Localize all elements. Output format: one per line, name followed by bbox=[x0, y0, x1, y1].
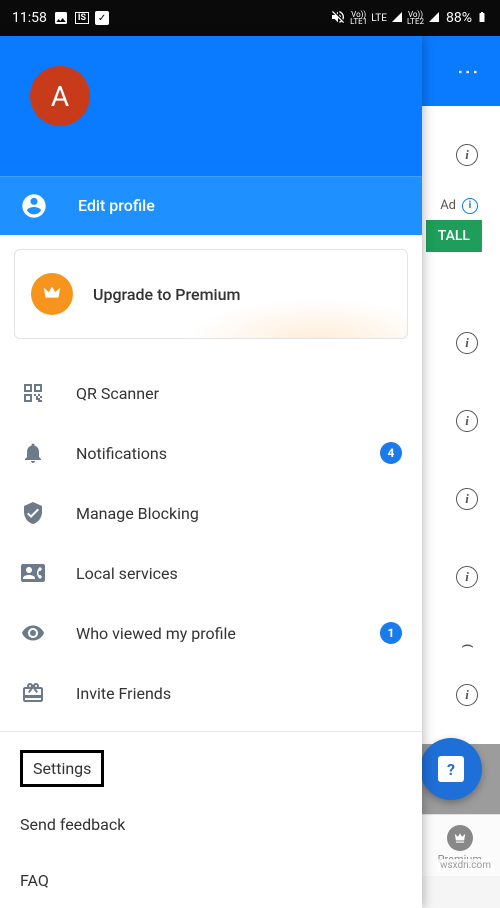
menu-label: Who viewed my profile bbox=[76, 624, 236, 643]
card-bg-shape bbox=[187, 298, 408, 339]
premium-label: Upgrade to Premium bbox=[93, 285, 240, 304]
qr-icon bbox=[20, 380, 46, 406]
menu-notifications[interactable]: Notifications 4 bbox=[0, 423, 422, 483]
menu-label: Notifications bbox=[76, 444, 167, 463]
menu-label: Manage Blocking bbox=[76, 504, 199, 523]
menu-qr-scanner[interactable]: QR Scanner bbox=[0, 363, 422, 423]
eye-icon bbox=[20, 620, 46, 646]
drawer-header: A bbox=[0, 36, 422, 176]
signal-icon bbox=[391, 11, 403, 26]
shield-icon bbox=[20, 500, 46, 526]
menu-label: Send feedback bbox=[20, 815, 125, 834]
menu-feedback[interactable]: Send feedback bbox=[0, 796, 422, 852]
drawer-menu: QR Scanner Notifications 4 Manage Blocki… bbox=[0, 353, 422, 908]
edit-profile-label: Edit profile bbox=[78, 196, 155, 215]
menu-label: Invite Friends bbox=[76, 684, 171, 703]
menu-label: FAQ bbox=[20, 871, 49, 890]
settings-highlight: Settings bbox=[20, 750, 104, 787]
premium-card[interactable]: Upgrade to Premium bbox=[14, 249, 408, 339]
avatar[interactable]: A bbox=[30, 66, 90, 126]
sim1-indicator: Vo))LTE1 bbox=[350, 11, 367, 25]
crown-icon bbox=[31, 273, 73, 315]
status-right: Vo))LTE1 LTE Vo))LTE2 88% bbox=[330, 9, 488, 28]
battery-icon bbox=[476, 9, 488, 28]
overflow-menu-icon[interactable]: ⋮ bbox=[455, 61, 480, 81]
info-icon[interactable]: i bbox=[456, 332, 478, 354]
question-icon: ? bbox=[438, 756, 464, 782]
check-icon: ✓ bbox=[95, 11, 109, 25]
profile-icon bbox=[20, 192, 48, 220]
signal2-icon bbox=[428, 11, 440, 26]
ad-info-icon[interactable]: i bbox=[462, 198, 478, 214]
menu-label: QR Scanner bbox=[76, 384, 159, 403]
avatar-initial: A bbox=[51, 80, 69, 113]
watermark: wsxdn.com bbox=[437, 859, 494, 872]
menu-settings[interactable]: Settings bbox=[0, 740, 422, 796]
is-icon: IS bbox=[75, 12, 89, 24]
edit-profile-item[interactable]: Edit profile bbox=[0, 176, 422, 236]
image-icon bbox=[53, 10, 69, 26]
crown-icon bbox=[447, 825, 473, 851]
status-bar: 11:58 IS ✓ Vo))LTE1 LTE Vo))LTE2 88% bbox=[0, 0, 500, 36]
divider bbox=[0, 731, 422, 732]
status-time: 11:58 bbox=[12, 10, 47, 26]
gift-icon bbox=[20, 680, 46, 706]
info-icon[interactable]: i bbox=[456, 410, 478, 432]
mute-icon bbox=[330, 9, 346, 28]
menu-invite[interactable]: Invite Friends bbox=[0, 663, 422, 723]
info-icon[interactable]: i bbox=[456, 684, 478, 706]
info-icon[interactable]: i bbox=[456, 488, 478, 510]
info-icon[interactable]: i bbox=[456, 144, 478, 166]
sim2-indicator: Vo))LTE2 bbox=[407, 11, 424, 25]
info-icon[interactable]: i bbox=[456, 566, 478, 588]
install-button[interactable]: TALL bbox=[426, 220, 482, 252]
bell-icon bbox=[20, 440, 46, 466]
menu-who-viewed[interactable]: Who viewed my profile 1 bbox=[0, 603, 422, 663]
menu-blocking[interactable]: Manage Blocking bbox=[0, 483, 422, 543]
notification-badge: 4 bbox=[380, 442, 402, 464]
lte-label: LTE bbox=[371, 13, 387, 24]
menu-faq[interactable]: FAQ bbox=[0, 852, 422, 908]
viewed-badge: 1 bbox=[380, 622, 402, 644]
battery-percent: 88% bbox=[446, 10, 472, 26]
status-left: 11:58 IS ✓ bbox=[12, 10, 109, 26]
menu-local-services[interactable]: Local services bbox=[0, 543, 422, 603]
navigation-drawer: A Edit profile Upgrade to Premium QR Sca… bbox=[0, 36, 422, 908]
contact-card-icon bbox=[20, 560, 46, 586]
help-fab[interactable]: ? bbox=[420, 738, 482, 800]
menu-label: Local services bbox=[76, 564, 178, 583]
